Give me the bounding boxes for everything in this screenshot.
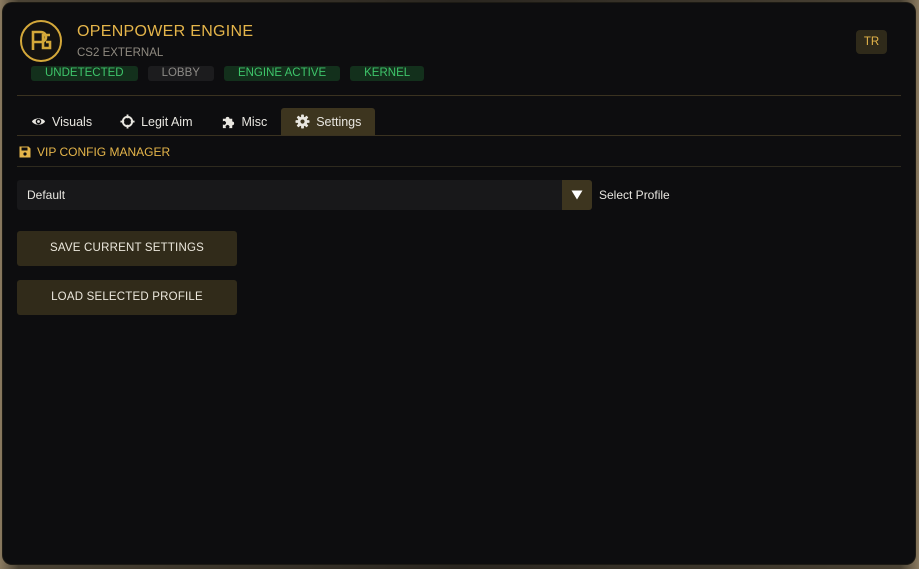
puzzle-icon: [222, 116, 234, 129]
eye-icon: [31, 118, 46, 125]
tab-label: Settings: [316, 114, 362, 129]
tab-label: Visuals: [52, 114, 93, 129]
tab-visuals[interactable]: Visuals: [17, 108, 106, 135]
logo-mark-icon: [31, 30, 52, 50]
status-badges: UNDETECTED LOBBY ENGINE ACTIVE KERNEL: [31, 66, 425, 81]
profile-select-value: Default: [27, 188, 66, 202]
gear-icon: [295, 114, 310, 129]
tab-misc[interactable]: Misc: [207, 108, 282, 135]
app-logo: [20, 20, 62, 62]
status-badge-engine-active: ENGINE ACTIVE: [223, 66, 341, 81]
header-divider: [17, 95, 901, 96]
app-window: OPENPOWER ENGINE CS2 EXTERNAL UNDETECTED…: [3, 3, 915, 564]
profile-select-toggle[interactable]: [562, 180, 592, 210]
status-badge-kernel: KERNEL: [350, 66, 425, 81]
tab-bar: Visuals Legit Aim Misc Settings: [17, 108, 376, 135]
profile-select[interactable]: Default: [17, 180, 592, 210]
tab-label: Legit Aim: [141, 114, 193, 129]
section-header-config-manager: VIP CONFIG MANAGER: [19, 145, 170, 159]
status-badge-undetected: UNDETECTED: [31, 66, 138, 81]
save-settings-button[interactable]: SAVE CURRENT SETTINGS: [17, 231, 237, 266]
crosshair-icon: [120, 114, 135, 129]
tabs-divider: [17, 135, 901, 136]
save-icon: [19, 146, 31, 158]
language-button[interactable]: TR: [856, 30, 887, 54]
app-subtitle: CS2 EXTERNAL: [77, 47, 164, 59]
profile-select-label: Select Profile: [599, 188, 670, 202]
caret-down-icon: [571, 190, 583, 200]
tab-label: Misc: [241, 114, 268, 129]
load-profile-button[interactable]: LOAD SELECTED PROFILE: [17, 280, 237, 315]
status-badge-lobby: LOBBY: [147, 66, 214, 81]
tab-settings[interactable]: Settings: [281, 108, 376, 135]
tab-legit-aim[interactable]: Legit Aim: [106, 108, 206, 135]
app-title: OPENPOWER ENGINE: [77, 23, 254, 40]
section-title: VIP CONFIG MANAGER: [37, 145, 171, 159]
section-divider: [17, 166, 901, 167]
